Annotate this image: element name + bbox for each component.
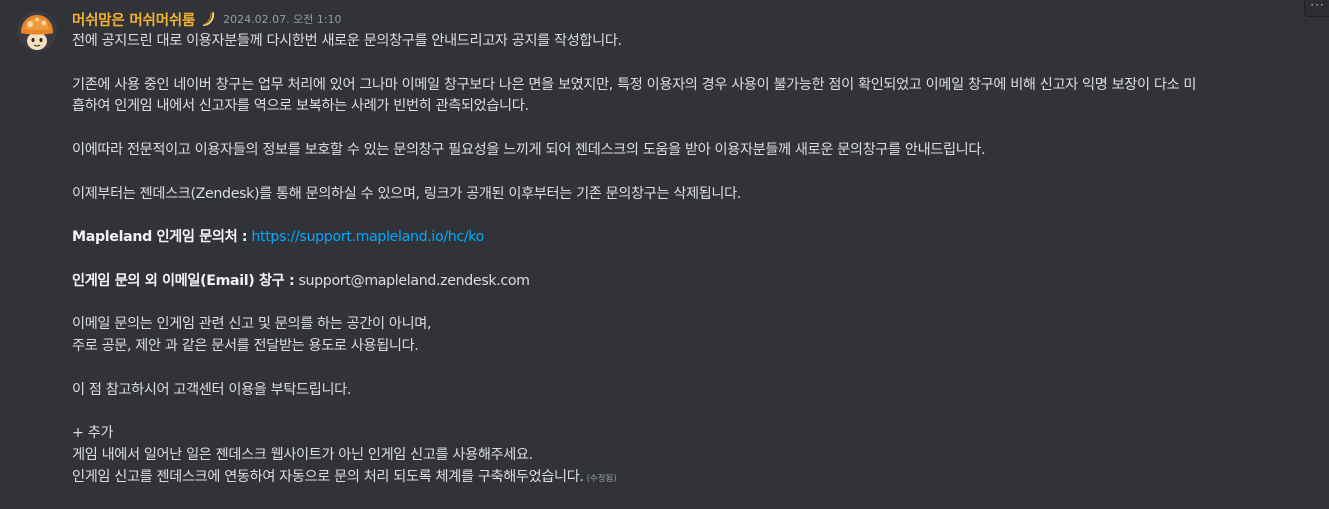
paragraph-reason: 이에따라 전문적이고 이용자들의 정보를 보호할 수 있는 문의창구 필요성을 … bbox=[72, 141, 986, 158]
paragraph-email-note-line: 주로 공문, 제안 과 같은 문서를 전달받는 용도로 사용됩니다. bbox=[72, 338, 419, 355]
message-content: 전에 공지드린 대로 이용자분들께 다시한번 새로운 문의창구를 안내드리고자 … bbox=[72, 31, 1312, 489]
inquiry-label: Mapleland 인게임 문의처 : bbox=[72, 229, 248, 246]
timestamp: 2024.02.07. 오전 1:10 bbox=[223, 13, 342, 26]
paragraph-closing: 이 점 참고하시어 고객센터 이용을 부탁드립니다. bbox=[72, 381, 352, 398]
inquiry-row: Mapleland 인게임 문의처 : https://support.mapl… bbox=[72, 227, 1312, 249]
message-header: 머쉬맘은 머쉬머쉬룸 2024.02.07. 오전 1:10 bbox=[72, 9, 342, 29]
paragraph-intro: 전에 공지드린 대로 이용자분들께 다시한번 새로운 문의창구를 안내드리고자 … bbox=[72, 33, 622, 49]
paragraph-background-line: 기존에 사용 중인 네이버 창구는 업무 처리에 있어 그나마 이메일 창구보다… bbox=[72, 76, 1197, 93]
avatar[interactable] bbox=[17, 11, 57, 51]
username[interactable]: 머쉬맘은 머쉬머쉬룸 bbox=[72, 9, 195, 30]
addendum-text: 인게임 신고를 젠데스크에 연동하여 자동으로 문의 처리 되도록 체계를 구축… bbox=[72, 468, 584, 485]
banana-icon[interactable] bbox=[199, 10, 217, 28]
addendum-line: 인게임 신고를 젠데스크에 연동하여 자동으로 문의 처리 되도록 체계를 구축… bbox=[72, 467, 1312, 489]
mushroom-avatar-icon bbox=[17, 11, 57, 51]
paragraph-background-line: 흡하여 인게임 내에서 신고자를 역으로 보복하는 사례가 빈번히 관측되었습니… bbox=[72, 98, 529, 115]
paragraph-email-note-line: 이메일 문의는 인게임 관련 신고 및 문의를 하는 공간이 아니며, bbox=[72, 316, 432, 333]
addendum-line: 게임 내에서 일어난 일은 젠데스크 웹사이트가 아닌 인게임 신고를 사용해주… bbox=[72, 447, 533, 464]
chat-message: 머쉬맘은 머쉬머쉬룸 2024.02.07. 오전 1:10 ··· 전에 공지… bbox=[0, 0, 1329, 509]
paragraph-zendesk: 이제부터는 젠데스크(Zendesk)를 통해 문의하실 수 있으며, 링크가 … bbox=[72, 185, 741, 202]
addendum-title: + 추가 bbox=[72, 425, 114, 442]
email-label: 인게임 문의 외 이메일(Email) 창구 : bbox=[72, 272, 295, 289]
support-link[interactable]: https://support.mapleland.io/hc/ko bbox=[251, 229, 484, 245]
email-row: 인게임 문의 외 이메일(Email) 창구 : support@maplela… bbox=[72, 271, 1312, 293]
more-options-button[interactable]: ··· bbox=[1304, 0, 1329, 17]
edited-label: (수정됨) bbox=[586, 473, 617, 484]
email-address: support@mapleland.zendesk.com bbox=[298, 272, 530, 289]
